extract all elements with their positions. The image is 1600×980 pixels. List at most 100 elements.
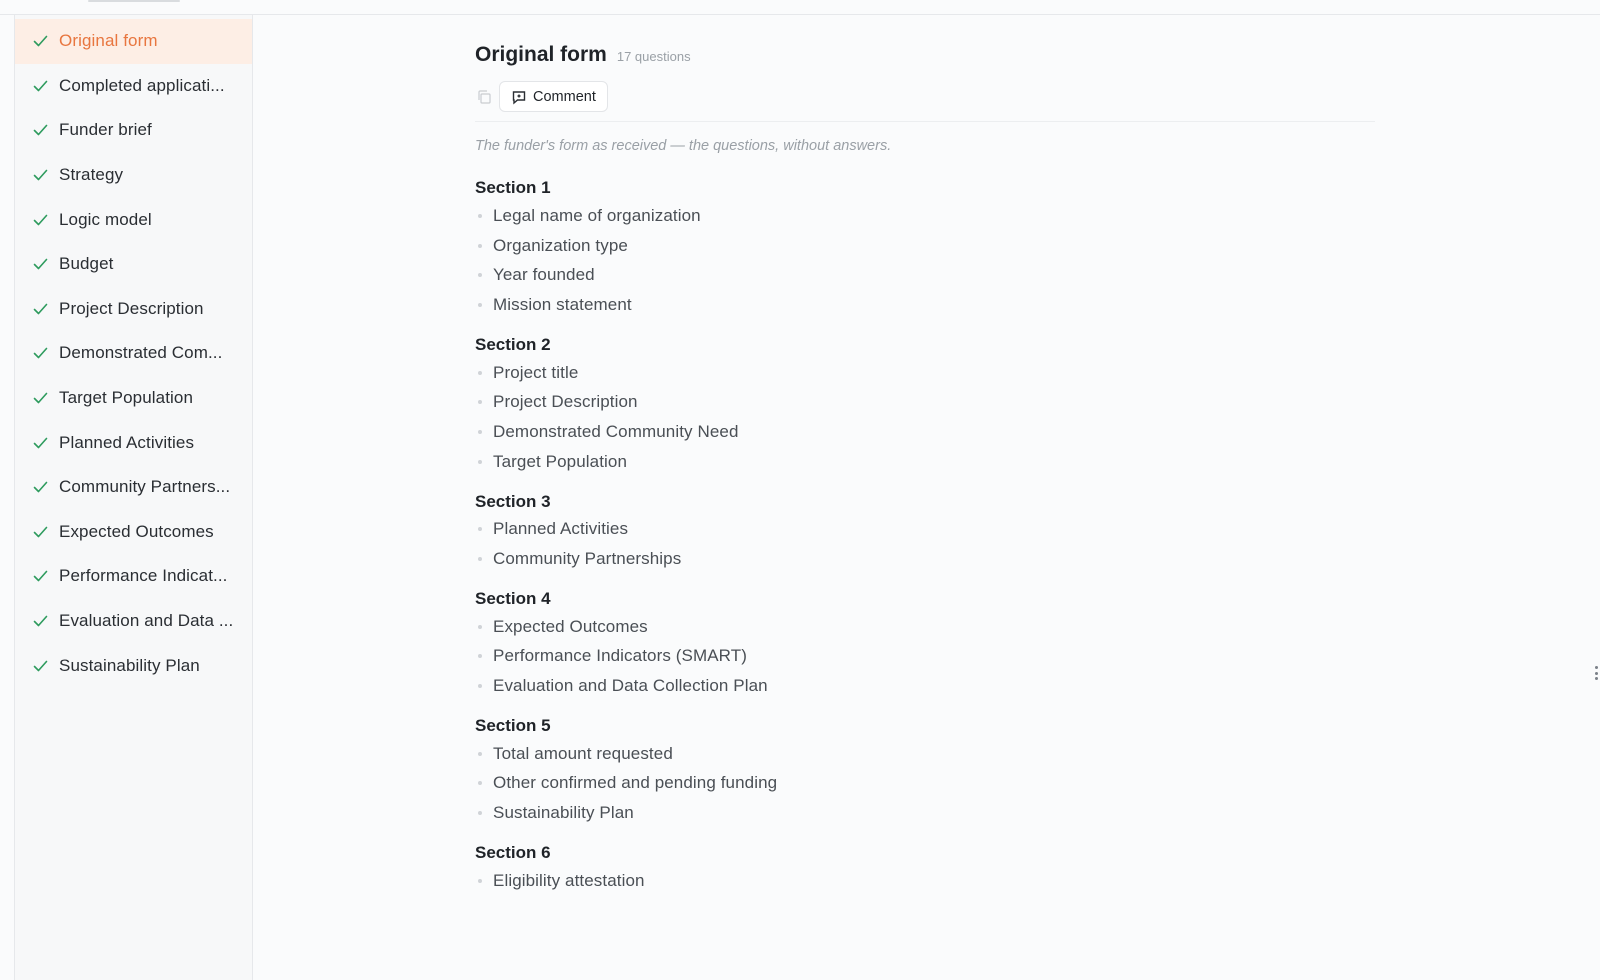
bullet-icon — [478, 781, 482, 786]
sidebar-item[interactable]: Funder brief — [15, 108, 252, 153]
question-text: Expected Outcomes — [493, 616, 648, 636]
question-item: Mission statement — [475, 290, 777, 320]
check-icon — [31, 77, 49, 95]
section-title: Section 1 — [475, 178, 551, 197]
section-title: Section 2 — [475, 334, 551, 354]
check-icon — [31, 612, 49, 630]
sidebar-item-label: Community Partners... — [59, 477, 231, 497]
sidebar-item[interactable]: Demonstrated Com... — [15, 331, 252, 376]
form-section: Section 3 Planned Activities Community Par… — [475, 489, 777, 574]
header-divider — [475, 121, 1375, 122]
question-text: Community Partnerships — [493, 549, 682, 569]
sidebar-item-label: Expected Outcomes — [59, 521, 214, 541]
top-bar — [0, 0, 1600, 15]
question-item: Expected Outcomes — [475, 612, 777, 642]
question-item: Legal name of organization — [475, 201, 777, 231]
question-item: Demonstrated Community Need — [475, 417, 777, 447]
bullet-icon — [478, 302, 482, 307]
app-window: Original form Completed applicati... Funde… — [0, 0, 1600, 980]
question-item: Other confirmed and pending funding — [475, 769, 777, 799]
right-resize-handle[interactable] — [1594, 666, 1598, 680]
section-title: Section 6 — [475, 843, 551, 862]
question-item: Sustainability Plan — [475, 798, 777, 828]
sidebar-item[interactable]: Evaluation and Data ... — [15, 599, 252, 644]
check-icon — [31, 211, 49, 229]
sidebar: Original form Completed applicati... Funde… — [15, 15, 253, 980]
question-text: Demonstrated Community Need — [493, 421, 739, 441]
question-text: Organization type — [493, 235, 628, 255]
sidebar-nav-list: Original form Completed applicati... Funde… — [15, 19, 252, 688]
question-text: Eligibility attestation — [493, 870, 645, 890]
question-text: Total amount requested — [493, 743, 673, 763]
form-section: Section 1 Legal name of organization Organ… — [475, 175, 777, 320]
question-item: Project Description — [475, 387, 777, 417]
question-text: Target Population — [493, 451, 628, 471]
question-text: Mission statement — [493, 294, 632, 314]
sidebar-item[interactable]: Budget — [15, 242, 252, 287]
comment-button[interactable]: Comment — [499, 81, 608, 112]
check-icon — [31, 121, 49, 139]
section-title: Section 3 — [475, 491, 551, 511]
sidebar-item[interactable]: Strategy — [15, 153, 252, 198]
section-title: Section 5 — [475, 715, 551, 735]
bullet-icon — [478, 243, 482, 248]
question-item: Total amount requested — [475, 739, 777, 769]
sidebar-item[interactable]: Logic model — [15, 197, 252, 242]
question-text: Other confirmed and pending funding — [493, 773, 778, 793]
title-row: Original form 17 questions — [475, 43, 691, 67]
bullet-icon — [478, 459, 482, 464]
bullet-icon — [478, 751, 482, 756]
check-icon — [31, 434, 49, 452]
check-icon — [31, 300, 49, 318]
bullet-icon — [478, 213, 482, 218]
bullet-icon — [478, 654, 482, 659]
sidebar-item-label: Evaluation and Data ... — [59, 611, 234, 631]
section-title: Section 4 — [475, 588, 551, 608]
sidebar-item[interactable]: Performance Indicat... — [15, 554, 252, 599]
page-title: Original form — [475, 43, 607, 66]
question-text: Planned Activities — [493, 519, 629, 539]
check-icon — [31, 567, 49, 585]
sidebar-item[interactable]: Expected Outcomes — [15, 510, 252, 555]
sidebar-item[interactable]: Original form — [15, 19, 252, 64]
main-content: Original form 17 questions Comment The f… — [475, 15, 1375, 980]
sidebar-item[interactable]: Project Description — [15, 287, 252, 332]
check-icon — [31, 523, 49, 541]
sidebar-item[interactable]: Community Partners... — [15, 465, 252, 510]
copy-icon[interactable] — [475, 88, 493, 106]
form-description: The funder's form as received — the ques… — [475, 138, 892, 154]
check-icon — [31, 32, 49, 50]
bullet-icon — [478, 370, 482, 375]
bullet-icon — [478, 273, 482, 278]
form-section: Section 6 Eligibility attestation — [475, 840, 777, 896]
question-item: Evaluation and Data Collection Plan — [475, 671, 777, 701]
sidebar-item-label: Completed applicati... — [59, 75, 225, 95]
sidebar-item[interactable]: Sustainability Plan — [15, 643, 252, 688]
bullet-icon — [478, 557, 482, 562]
sidebar-item-label: Original form — [59, 31, 158, 51]
question-text: Sustainability Plan — [493, 803, 634, 823]
comment-button-label: Comment — [533, 88, 596, 105]
check-icon — [31, 389, 49, 407]
question-item: Performance Indicators (SMART) — [475, 642, 777, 672]
sidebar-item[interactable]: Planned Activities — [15, 420, 252, 465]
sidebar-item-label: Strategy — [59, 165, 124, 185]
sidebar-item-label: Budget — [59, 254, 114, 274]
sidebar-item[interactable]: Completed applicati... — [15, 64, 252, 109]
bullet-icon — [478, 527, 482, 532]
bullet-icon — [478, 429, 482, 434]
left-rail — [0, 15, 15, 980]
toolbar: Comment — [475, 81, 608, 112]
sidebar-item-label: Performance Indicat... — [59, 566, 228, 586]
question-text: Legal name of organization — [493, 205, 701, 225]
check-icon — [31, 166, 49, 184]
check-icon — [31, 478, 49, 496]
check-icon — [31, 344, 49, 362]
check-icon — [31, 657, 49, 675]
sidebar-item-label: Target Population — [59, 388, 194, 408]
bullet-icon — [478, 811, 482, 816]
question-item: Eligibility attestation — [475, 866, 777, 896]
bullet-icon — [478, 624, 482, 629]
question-item: Target Population — [475, 447, 777, 477]
sidebar-item[interactable]: Target Population — [15, 376, 252, 421]
